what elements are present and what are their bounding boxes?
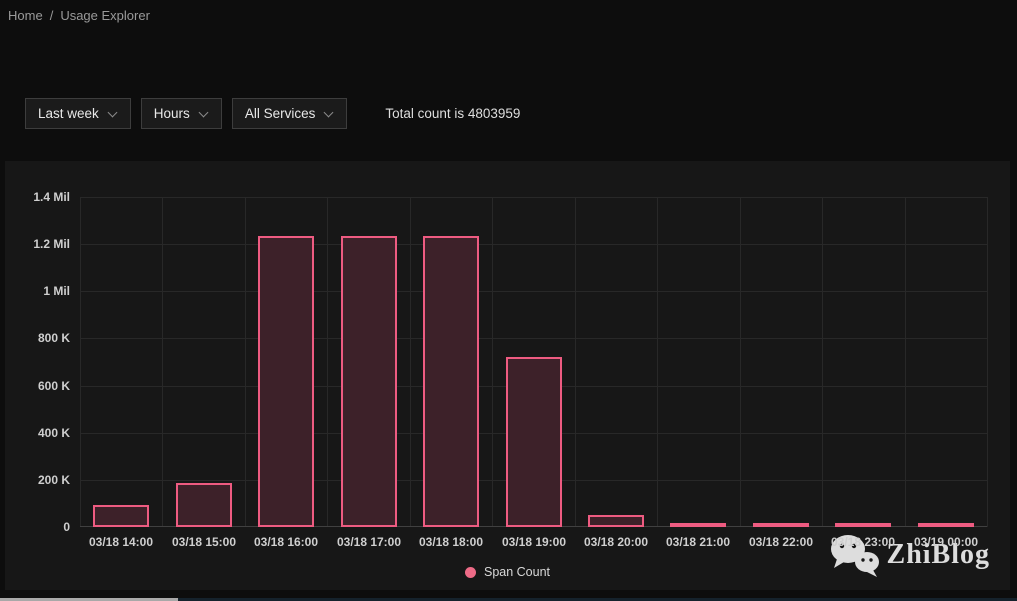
time-range-value: Last week xyxy=(38,106,99,121)
y-axis-tick-label: 600 K xyxy=(37,378,70,393)
breadcrumb: Home / Usage Explorer xyxy=(8,8,150,23)
breadcrumb-current: Usage Explorer xyxy=(60,8,150,23)
v-gridline xyxy=(740,197,741,527)
plot-area xyxy=(80,197,988,527)
x-axis-tick-label: 03/18 18:00 xyxy=(418,535,484,549)
bar-span-count[interactable] xyxy=(918,523,974,527)
v-gridline xyxy=(80,197,81,527)
x-axis-tick-label: 03/18 19:00 xyxy=(501,535,567,549)
bar-span-count[interactable] xyxy=(93,505,149,527)
v-gridline xyxy=(822,197,823,527)
service-value: All Services xyxy=(244,106,316,121)
v-gridline xyxy=(657,197,658,527)
bar-span-count[interactable] xyxy=(588,515,644,527)
bar-span-count[interactable] xyxy=(423,236,479,527)
x-axis-tick-label: 03/19 00:00 xyxy=(913,535,979,549)
legend-label[interactable]: Span Count xyxy=(484,565,550,579)
x-axis-tick-label: 03/18 17:00 xyxy=(336,535,402,549)
x-axis-tick-label: 03/18 16:00 xyxy=(253,535,319,549)
v-gridline xyxy=(987,197,988,527)
chart-legend: Span Count xyxy=(5,565,1010,579)
h-gridline xyxy=(80,338,987,340)
v-gridline xyxy=(245,197,246,527)
y-axis-tick-label: 1 Mil xyxy=(43,284,70,299)
y-axis-tick-label: 800 K xyxy=(37,331,70,346)
granularity-dropdown[interactable]: Hours xyxy=(140,98,222,129)
h-gridline xyxy=(80,197,987,198)
y-axis-tick-label: 200 K xyxy=(37,472,70,487)
x-axis-tick-label: 03/18 15:00 xyxy=(171,535,237,549)
v-gridline xyxy=(492,197,493,527)
chevron-down-icon xyxy=(199,107,209,117)
y-axis-tick-label: 1.2 Mil xyxy=(33,237,70,252)
time-range-dropdown[interactable]: Last week xyxy=(25,98,131,129)
v-gridline xyxy=(162,197,163,527)
chevron-down-icon xyxy=(324,107,334,117)
bar-span-count[interactable] xyxy=(258,236,314,527)
y-axis-tick-label: 1.4 Mil xyxy=(33,190,70,204)
bar-span-count[interactable] xyxy=(670,523,726,527)
legend-dot[interactable] xyxy=(464,566,476,578)
filter-bar: Last week Hours All Services Total count… xyxy=(25,98,520,129)
breadcrumb-home[interactable]: Home xyxy=(8,8,43,23)
h-gridline xyxy=(80,291,987,293)
v-gridline xyxy=(575,197,576,527)
x-axis-tick-label: 03/18 14:00 xyxy=(88,535,154,549)
v-gridline xyxy=(905,197,906,527)
granularity-value: Hours xyxy=(153,106,190,121)
y-axis-tick-label: 0 xyxy=(63,520,70,534)
breadcrumb-separator: / xyxy=(49,8,54,23)
total-count-text: Total count is 4803959 xyxy=(385,106,521,121)
usage-chart-panel: Span Count ZhiBlog 0 200 K 400 K 600 K 800 K… xyxy=(5,161,1010,590)
bar-span-count[interactable] xyxy=(753,523,809,527)
bar-span-count[interactable] xyxy=(835,523,891,527)
x-axis-tick-label: 03/18 22:00 xyxy=(748,535,814,549)
x-axis-tick-label: 03/18 21:00 xyxy=(665,535,731,549)
v-gridline xyxy=(327,197,328,527)
bar-span-count[interactable] xyxy=(341,236,397,527)
bar-span-count[interactable] xyxy=(506,357,562,527)
y-axis-tick-label: 400 K xyxy=(37,425,70,440)
x-axis-tick-label: 03/18 20:00 xyxy=(583,535,649,549)
chevron-down-icon xyxy=(108,107,118,117)
service-dropdown[interactable]: All Services xyxy=(231,98,348,129)
h-gridline xyxy=(80,244,987,246)
v-gridline xyxy=(410,197,411,527)
x-axis-tick-label: 03/18 23:00 xyxy=(830,535,896,549)
bar-span-count[interactable] xyxy=(176,483,232,527)
